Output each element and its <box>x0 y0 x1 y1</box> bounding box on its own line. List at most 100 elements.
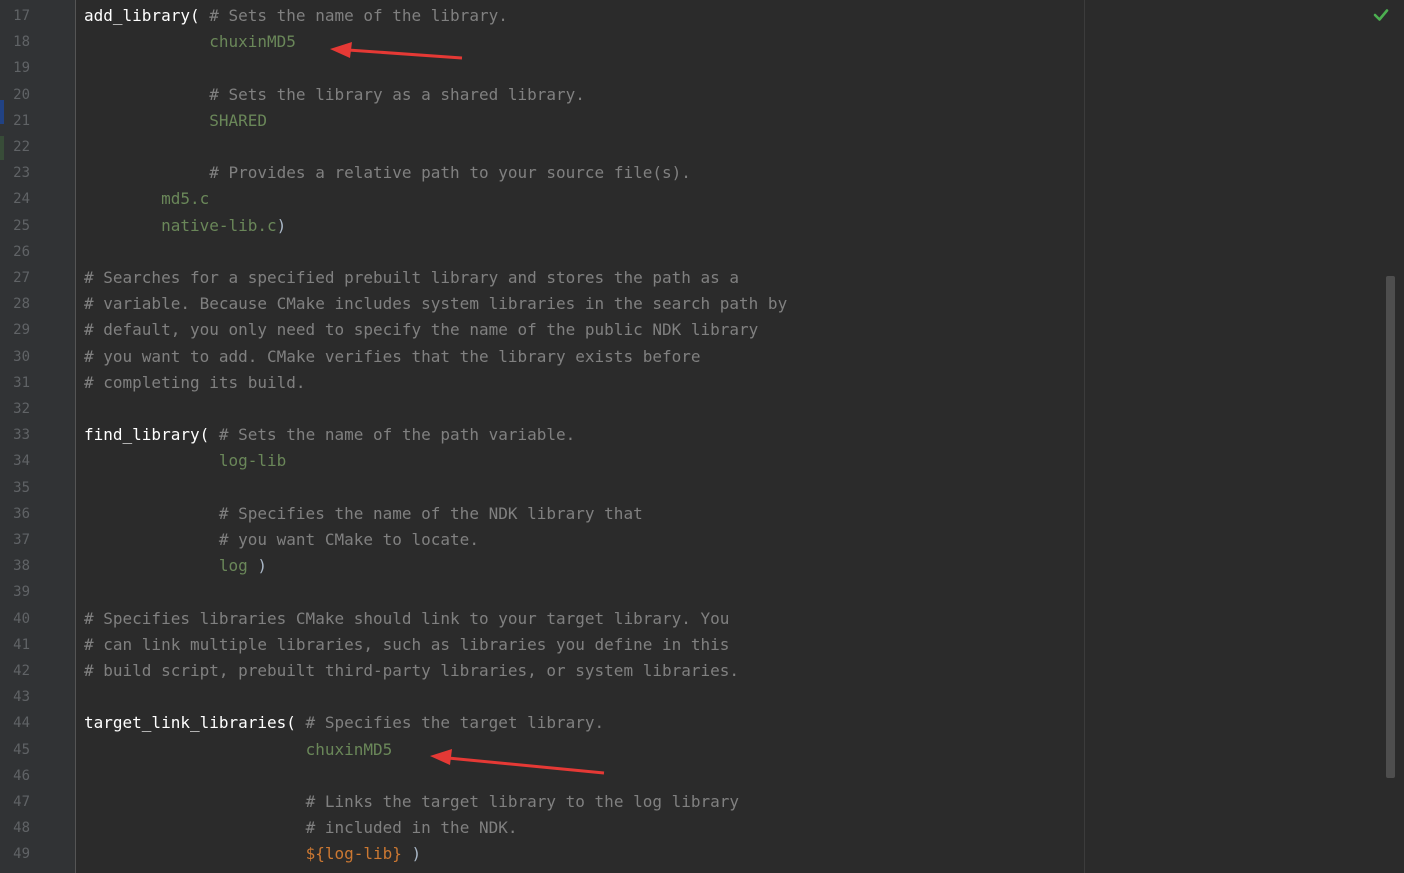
code-token: SHARED <box>209 110 268 130</box>
code-token: target_link_libraries( <box>84 713 296 733</box>
code-token: # Specifies the name of the NDK library … <box>218 503 643 523</box>
scrollbar-track[interactable] <box>1398 0 1404 873</box>
code-token: # can link multiple libraries, such as l… <box>84 634 730 654</box>
code-token: log-lib <box>218 451 287 471</box>
line-number: 46 <box>13 767 30 784</box>
line-number: 25 <box>13 217 30 234</box>
code-line[interactable]: # Specifies libraries CMake should link … <box>84 606 729 632</box>
code-line[interactable]: log-lib <box>84 448 286 474</box>
code-line[interactable]: # Links the target library to the log li… <box>84 789 739 815</box>
line-number: 28 <box>13 296 30 313</box>
code-line[interactable]: # Provides a relative path to your sourc… <box>84 160 691 186</box>
code-token: native-lib.c <box>161 215 277 235</box>
code-token: md5.c <box>161 189 210 209</box>
code-line[interactable]: find_library( # Sets the name of the pat… <box>84 422 575 448</box>
line-number: 34 <box>13 453 30 470</box>
code-line[interactable]: # Specifies the name of the NDK library … <box>84 501 643 527</box>
code-line[interactable]: SHARED <box>84 108 267 134</box>
code-editor[interactable]: 17 18 19 20 21 22 23 24 25 26 27 28 29 30 31 32 33 34 35 36… <box>0 0 1404 873</box>
line-number: 43 <box>13 689 30 706</box>
code-line[interactable]: add_library( # Sets the name of the libr… <box>84 3 508 29</box>
line-number: 20 <box>13 86 30 103</box>
code-line[interactable]: log ) <box>84 553 267 579</box>
code-token: # included in the NDK. <box>305 818 518 838</box>
code-token: log <box>218 556 248 576</box>
code-line[interactable]: md5.c <box>84 186 209 212</box>
line-number: 38 <box>13 558 30 575</box>
code-token: chuxinMD5 <box>305 739 393 759</box>
arrow-icon <box>430 749 605 775</box>
code-token: # Sets the name of the path variable. <box>209 425 576 445</box>
code-line[interactable]: chuxinMD5 <box>84 737 393 763</box>
line-number: 21 <box>13 112 30 129</box>
line-number: 37 <box>13 532 30 548</box>
line-number: 19 <box>13 60 30 77</box>
line-number: 47 <box>13 794 30 810</box>
line-number: 30 <box>13 348 30 365</box>
line-number: 31 <box>13 374 30 391</box>
code-token: # build script, prebuilt third-party lib… <box>84 661 740 680</box>
line-number: 32 <box>13 401 30 417</box>
code-token: ) <box>276 215 287 235</box>
code-line[interactable]: # you want to add. CMake verifies that t… <box>84 344 701 370</box>
line-number: 33 <box>13 427 30 444</box>
code-line[interactable]: native-lib.c) <box>84 213 286 239</box>
code-token: # Provides a relative path to your sourc… <box>209 163 691 183</box>
code-token: # Sets the name of the library. <box>199 6 508 25</box>
code-line[interactable]: # Sets the library as a shared library. <box>84 82 585 108</box>
code-token: # Sets the library as a shared library. <box>209 84 585 104</box>
line-number: 18 <box>13 34 30 51</box>
arrow-icon <box>330 42 463 60</box>
code-line[interactable]: # default, you only need to specify the … <box>84 317 758 343</box>
line-number: 42 <box>13 663 30 679</box>
code-token: # Links the target library to the log li… <box>305 792 740 811</box>
line-number: 36 <box>13 505 30 522</box>
line-number: 27 <box>13 270 30 286</box>
code-line[interactable]: # build script, prebuilt third-party lib… <box>84 658 739 684</box>
code-token: # variable. Because CMake includes syste… <box>84 294 788 314</box>
line-number: 22 <box>13 139 30 155</box>
check-icon[interactable] <box>1372 6 1390 24</box>
line-number: 48 <box>13 820 30 837</box>
code-token: ) <box>401 844 422 864</box>
scrollbar-thumb[interactable] <box>1386 276 1395 778</box>
code-line[interactable]: chuxinMD5 <box>84 29 296 55</box>
line-number: 44 <box>13 715 30 732</box>
code-token: ${log-lib} <box>305 844 402 864</box>
code-line[interactable]: # you want CMake to locate. <box>84 527 479 553</box>
code-token: # Specifies the target library. <box>295 713 605 733</box>
line-number: 45 <box>13 741 30 758</box>
code-token: # Searches for a specified prebuilt libr… <box>84 268 740 287</box>
code-token: # completing its build. <box>84 372 306 392</box>
right-margin-guide <box>1084 0 1085 873</box>
code-token: # default, you only need to specify the … <box>84 320 759 340</box>
code-line[interactable]: # included in the NDK. <box>84 815 518 841</box>
code-line[interactable]: # Searches for a specified prebuilt libr… <box>84 265 739 291</box>
code-token: chuxinMD5 <box>209 32 296 52</box>
code-token: # Specifies libraries CMake should link … <box>84 608 730 628</box>
line-number: 24 <box>13 191 30 208</box>
code-line[interactable]: # variable. Because CMake includes syste… <box>84 291 787 317</box>
line-number: 41 <box>13 636 30 653</box>
code-line[interactable]: ${log-lib} ) <box>84 841 422 867</box>
line-number: 29 <box>13 322 30 339</box>
code-line[interactable]: target_link_libraries( # Specifies the t… <box>84 710 604 736</box>
code-line[interactable]: # completing its build. <box>84 370 306 396</box>
code-token: find_library( <box>84 425 210 445</box>
code-line[interactable]: # can link multiple libraries, such as l… <box>84 632 729 658</box>
line-number: 39 <box>13 584 30 601</box>
line-number: 35 <box>13 479 30 496</box>
line-number: 23 <box>13 165 30 182</box>
code-token: # you want to add. CMake verifies that t… <box>84 346 701 366</box>
code-token: ) <box>247 556 268 576</box>
